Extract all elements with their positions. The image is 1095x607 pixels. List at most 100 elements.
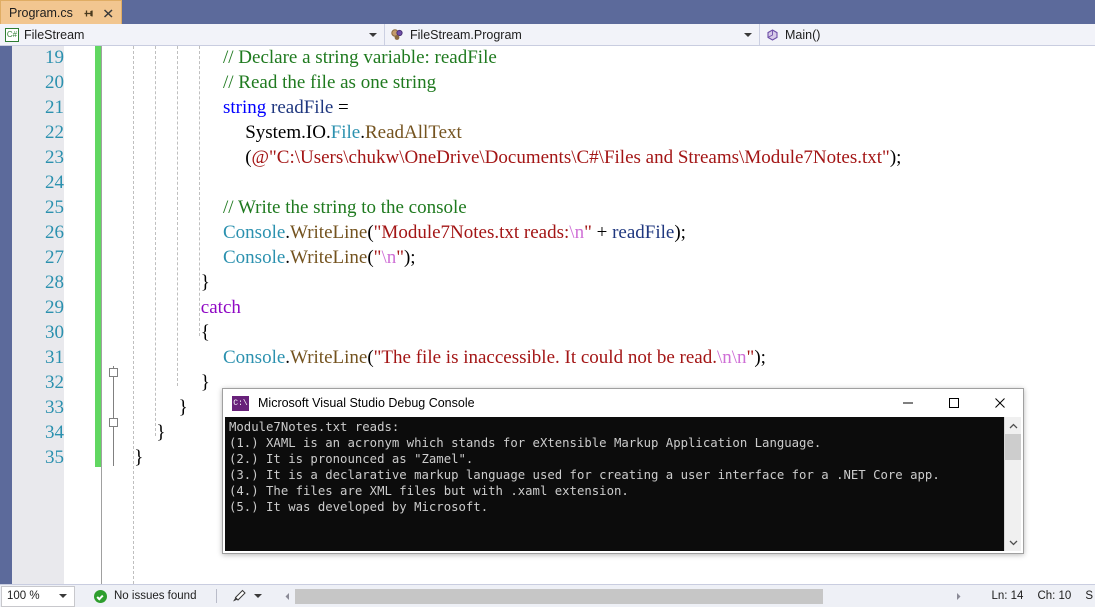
scroll-right-icon[interactable] [950, 588, 967, 605]
code-line-text: System.IO.File.ReadAllText [245, 120, 462, 145]
code-token: } [156, 422, 166, 443]
code-line[interactable]: // Write the string to the console [0, 195, 1095, 220]
code-line[interactable]: { [0, 320, 1095, 345]
code-line-text: // Declare a string variable: readFile [223, 46, 497, 70]
tab-program-cs[interactable]: Program.cs [0, 0, 122, 24]
pin-icon[interactable] [82, 6, 95, 20]
caret-position: Ln: 14 Ch: 10 S [977, 590, 1093, 602]
chevron-down-icon[interactable] [744, 32, 752, 37]
chevron-down-icon[interactable] [254, 594, 263, 598]
code-line[interactable]: Console.WriteLine("Module7Notes.txt read… [0, 220, 1095, 245]
code-token: } [200, 272, 210, 293]
code-line-text: } [179, 395, 188, 420]
code-token: " [584, 222, 592, 243]
chevron-down-icon[interactable] [369, 32, 377, 37]
code-line[interactable] [0, 170, 1095, 195]
chevron-down-icon[interactable] [59, 594, 67, 598]
code-line[interactable]: // Read the file as one string [0, 70, 1095, 95]
console-output-text: Module7Notes.txt reads: (1.) XAML is an … [229, 420, 940, 514]
code-line-text: // Read the file as one string [223, 70, 436, 95]
close-icon[interactable] [102, 6, 115, 20]
brush-icon[interactable] [231, 589, 247, 603]
code-token: } [200, 372, 210, 393]
code-token: // Declare a string variable: readFile [223, 47, 497, 68]
horizontal-scrollbar-thumb[interactable] [295, 588, 823, 604]
code-line[interactable]: // Declare a string variable: readFile [0, 46, 1095, 70]
code-token: File [330, 122, 361, 143]
code-token: Console [223, 347, 286, 368]
code-line-text: } [201, 370, 210, 395]
console-scrollbar-thumb[interactable] [1005, 434, 1021, 460]
code-token: "The file is inaccessible. It could not … [373, 347, 717, 368]
tab-title: Program.cs [9, 5, 73, 20]
code-token: string [223, 97, 267, 118]
code-line-text: Console.WriteLine("Module7Notes.txt read… [223, 220, 686, 245]
code-token: WriteLine [290, 222, 368, 243]
debug-console-window[interactable]: C:\ Microsoft Visual Studio Debug Consol… [222, 388, 1024, 554]
code-line[interactable]: } [0, 270, 1095, 295]
code-line[interactable]: System.IO.File.ReadAllText [0, 120, 1095, 145]
code-token: WriteLine [290, 347, 368, 368]
editor-tab-strip: Program.cs [0, 0, 1095, 24]
type-dropdown-label: FileStream.Program [410, 27, 522, 42]
close-button[interactable] [977, 389, 1023, 417]
member-dropdown-label: Main() [785, 27, 821, 42]
code-line-text: string readFile = [223, 95, 349, 120]
code-line-text: } [201, 270, 210, 295]
csharp-file-icon: C# [5, 27, 19, 42]
line-number-label: Ln: 14 [991, 590, 1024, 602]
code-token: } [134, 447, 144, 468]
code-line[interactable]: (@"C:\Users\chukw\OneDrive\Documents\C#\… [0, 145, 1095, 170]
code-token: Console [223, 247, 286, 268]
console-scrollbar[interactable] [1004, 417, 1021, 551]
insert-mode-label: S [1085, 590, 1093, 602]
horizontal-scrollbar[interactable] [278, 588, 967, 605]
code-token: WriteLine [290, 247, 368, 268]
code-line[interactable]: Console.WriteLine("The file is inaccessi… [0, 345, 1095, 370]
status-divider [216, 589, 218, 603]
scroll-up-icon[interactable] [1005, 417, 1021, 434]
visual-studio-window: Program.cs C# FileStream FileStream.Prog… [0, 0, 1095, 607]
project-dropdown[interactable]: C# FileStream [0, 24, 385, 45]
code-line-text: Console.WriteLine("\n"); [223, 245, 416, 270]
member-dropdown[interactable]: Main() [760, 24, 1095, 45]
code-line[interactable]: catch [0, 295, 1095, 320]
code-token: System.IO. [245, 122, 331, 143]
minimize-button[interactable] [885, 389, 931, 417]
type-dropdown[interactable]: FileStream.Program [385, 24, 760, 45]
success-check-icon [94, 589, 107, 603]
code-token: // Write the string to the console [223, 197, 467, 218]
zoom-level-label: 100 % [7, 590, 40, 602]
zoom-level-selector[interactable]: 100 % [1, 585, 75, 607]
maximize-button[interactable] [931, 389, 977, 417]
horizontal-scrollbar-track[interactable] [295, 588, 951, 604]
code-token: \n [569, 222, 585, 243]
code-token: "Module7Notes.txt reads: [373, 222, 570, 243]
code-token: " [396, 247, 404, 268]
code-line-text: (@"C:\Users\chukw\OneDrive\Documents\C#\… [245, 145, 901, 170]
code-token: catch [200, 297, 241, 318]
code-line-text: Console.WriteLine("The file is inaccessi… [223, 345, 766, 370]
code-token: \n [381, 247, 397, 268]
code-token: { [200, 322, 210, 343]
code-token: ReadAllText [365, 122, 462, 143]
code-line-text: } [134, 445, 143, 470]
code-token: } [178, 397, 188, 418]
scroll-down-icon[interactable] [1005, 534, 1021, 551]
code-token: ); [754, 347, 766, 368]
code-token: = [333, 97, 349, 118]
code-token: // Read the file as one string [223, 72, 437, 93]
console-app-icon: C:\ [232, 395, 249, 411]
code-line-text: } [156, 420, 165, 445]
code-token: \n\n [716, 347, 747, 368]
console-output-area[interactable]: Module7Notes.txt reads: (1.) XAML is an … [225, 417, 1021, 551]
method-icon [765, 28, 780, 42]
console-title-bar[interactable]: C:\ Microsoft Visual Studio Debug Consol… [223, 389, 1023, 417]
window-buttons [885, 389, 1023, 417]
scroll-left-icon[interactable] [278, 588, 295, 605]
class-icon [390, 28, 405, 42]
status-bar: 100 % No issues found Ln: 14 Ch: 10 S [0, 584, 1095, 607]
code-line[interactable]: Console.WriteLine("\n"); [0, 245, 1095, 270]
code-token: ); [889, 147, 902, 168]
code-line[interactable]: string readFile = [0, 95, 1095, 120]
